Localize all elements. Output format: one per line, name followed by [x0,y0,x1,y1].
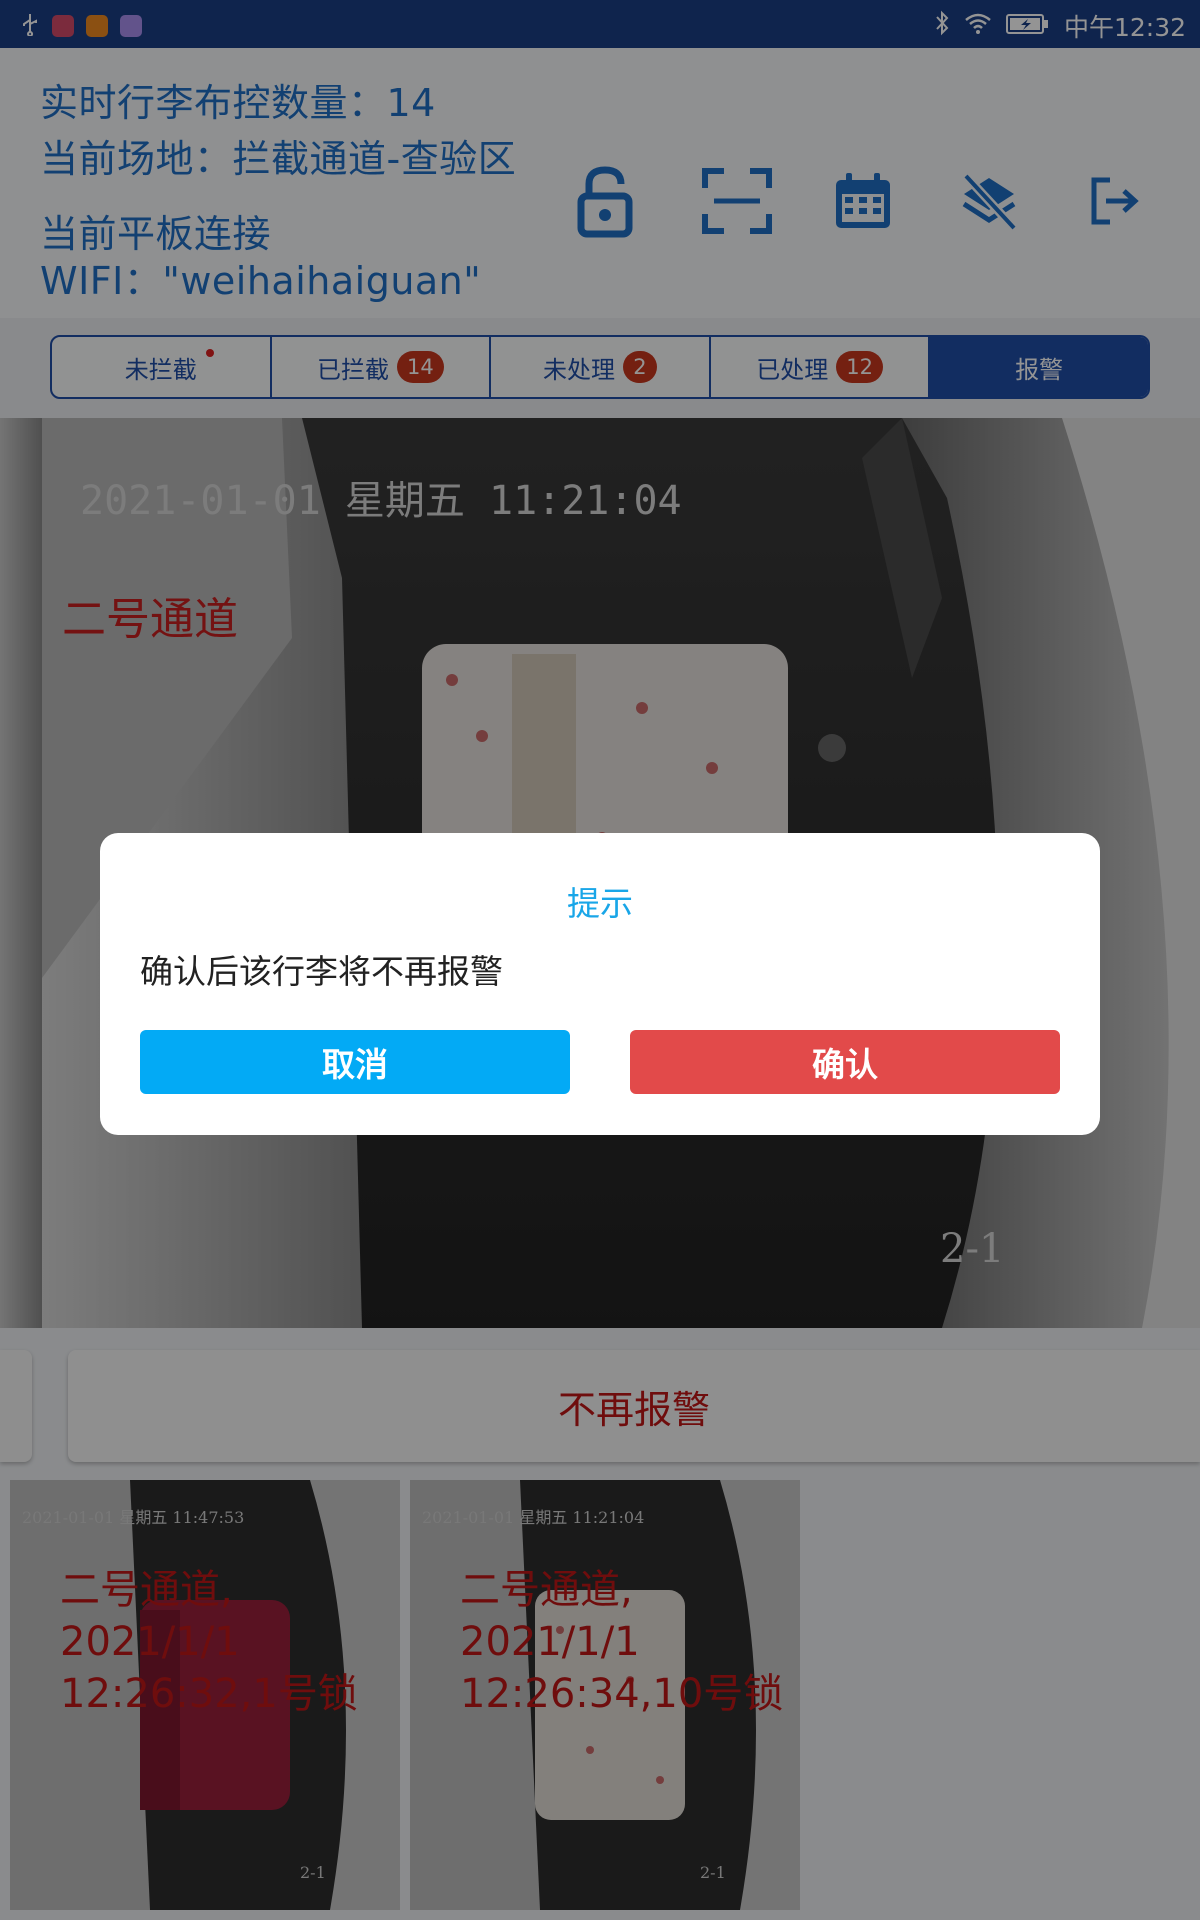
dialog-message: 确认后该行李将不再报警 [140,952,503,991]
cancel-button[interactable]: 取消 [140,1030,570,1094]
dialog-title: 提示 [567,884,633,923]
confirm-button[interactable]: 确认 [630,1030,1060,1094]
confirm-dialog: 提示 确认后该行李将不再报警 取消 确认 [100,833,1100,1135]
